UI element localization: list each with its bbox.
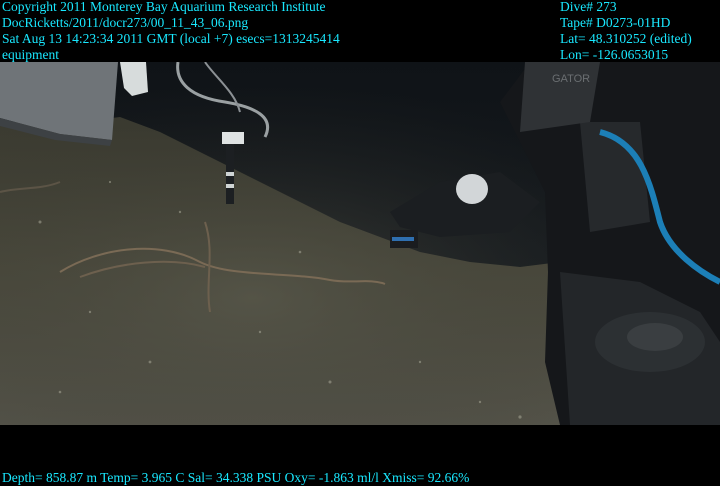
video-frame: GATOR Copyright 2011 Monterey Bay Aquari…: [0, 0, 720, 486]
metadata-right: Dive# 273 Tape# D0273-01HD Lat= 48.31025…: [560, 0, 692, 63]
seafloor-scene: GATOR: [0, 62, 720, 425]
tape-text: Tape# D0273-01HD: [560, 15, 671, 30]
copyright-text: Copyright 2011 Monterey Bay Aquarium Res…: [2, 0, 326, 14]
dive-text: Dive# 273: [560, 0, 617, 14]
robot-brand-text: GATOR: [552, 73, 590, 85]
metadata-left: Copyright 2011 Monterey Bay Aquarium Res…: [2, 0, 340, 63]
probe-fitting: [222, 132, 244, 144]
longitude-text: Lon= -126.0653015: [560, 47, 669, 62]
sensor-readout: Depth= 858.87 m Temp= 3.965 C Sal= 34.33…: [2, 470, 470, 485]
scene-illustration: GATOR: [0, 62, 720, 425]
latitude-text: Lat= 48.310252 (edited): [560, 31, 692, 46]
wrist-light: [456, 174, 488, 204]
timestamp-text: Sat Aug 13 14:23:34 2011 GMT (local +7) …: [2, 31, 340, 46]
filename-text: DocRicketts/2011/docr273/00_11_43_06.png: [2, 15, 249, 30]
category-text: equipment: [2, 47, 59, 62]
